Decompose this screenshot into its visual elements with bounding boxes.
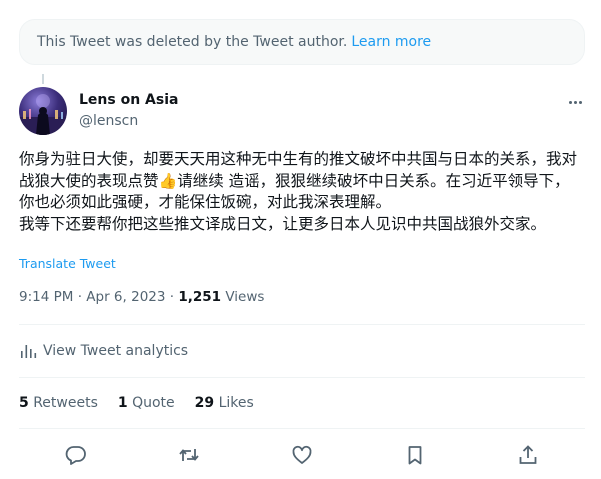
divider [19, 428, 585, 429]
like-icon [292, 445, 312, 464]
retweets-label: Retweets [33, 395, 98, 411]
meta-separator: · [165, 289, 179, 305]
author-name[interactable]: Lens on Asia [79, 92, 178, 108]
tweet-text-line3: 我等下还要帮你把这些推文译成日文，让更多日本人见识中共国战狼外交家。 [19, 214, 547, 233]
avatar[interactable] [19, 87, 67, 135]
retweet-icon [179, 449, 199, 461]
likes-stat[interactable]: 29 Likes [195, 395, 254, 411]
retweets-stat[interactable]: 5 Retweets [19, 395, 98, 411]
quotes-count: 1 [117, 395, 128, 411]
retweets-count: 5 [19, 395, 29, 411]
reply-icon [65, 446, 86, 465]
tweet-time[interactable]: 9:14 PM [19, 289, 73, 305]
action-bar [19, 440, 585, 470]
likes-label: Likes [218, 395, 254, 411]
bookmark-button[interactable] [402, 442, 428, 468]
share-button[interactable] [515, 442, 541, 468]
views-count: 1,251 [178, 289, 222, 305]
author-handle[interactable]: @lenscn [79, 113, 138, 129]
tweet-text: 你身为驻日大使，却要天天用这种无中生有的推文破坏中共国与日本的关系，我对战狼大使… [19, 149, 585, 235]
share-icon [519, 445, 537, 464]
views-label: Views [221, 289, 265, 305]
divider [19, 324, 585, 325]
retweet-button[interactable] [176, 442, 202, 468]
quotes-stat[interactable]: 1 Quote [118, 395, 175, 411]
deleted-tweet-notice: This Tweet was deleted by the Tweet auth… [19, 19, 585, 65]
like-button[interactable] [289, 442, 315, 468]
more-icon[interactable] [562, 92, 588, 112]
view-analytics-button[interactable]: View Tweet analytics [19, 342, 188, 360]
translate-tweet-link[interactable]: Translate Tweet [19, 256, 116, 271]
divider [19, 377, 585, 378]
deleted-notice-text: This Tweet was deleted by the Tweet auth… [37, 34, 348, 50]
bookmark-icon [408, 446, 422, 465]
learn-more-link[interactable]: Learn more [351, 34, 431, 50]
engagement-stats: 5 Retweets 1 Quote 29 Likes [19, 395, 254, 411]
thumbs-up-emoji: 👍 [158, 171, 178, 190]
analytics-label: View Tweet analytics [43, 343, 189, 359]
quotes-label: Quote [132, 395, 175, 411]
reply-button[interactable] [63, 442, 89, 468]
tweet-meta: 9:14 PM · Apr 6, 2023 · 1,251 Views [19, 289, 264, 305]
tweet-date[interactable]: Apr 6, 2023 [86, 289, 165, 305]
thread-connector-line [42, 74, 44, 84]
avatar-image-icon [19, 94, 67, 135]
meta-separator: · [73, 289, 87, 305]
analytics-icon [21, 345, 37, 358]
likes-count: 29 [194, 395, 215, 411]
